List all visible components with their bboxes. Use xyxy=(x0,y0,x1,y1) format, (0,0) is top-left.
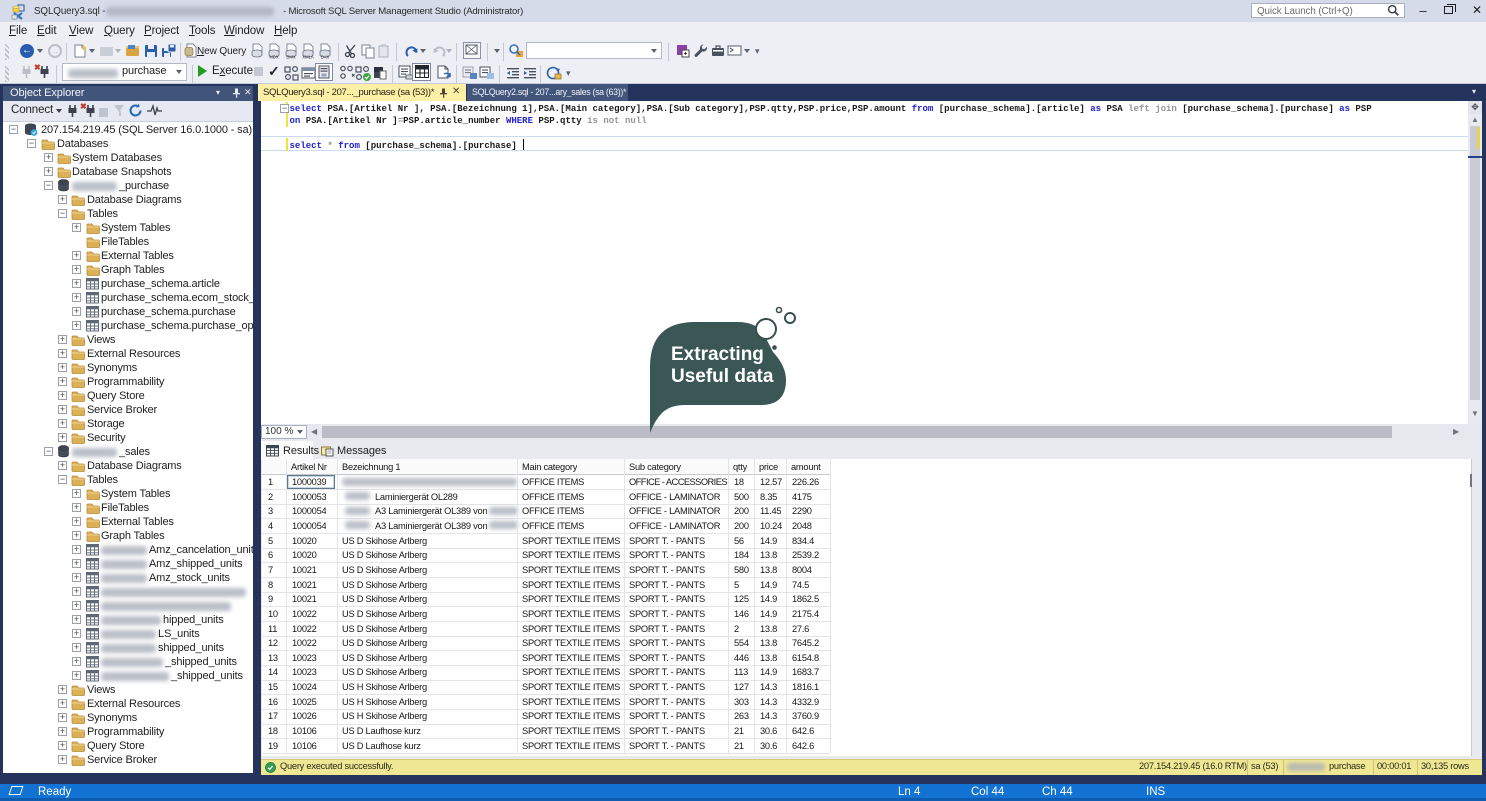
svg-text:Useful data: Useful data xyxy=(671,366,774,387)
svg-text:MDX: MDX xyxy=(269,55,279,60)
svg-text:DAX: DAX xyxy=(321,55,330,60)
svg-text:XMLA: XMLA xyxy=(302,55,314,60)
svg-text:DMX: DMX xyxy=(286,55,296,60)
svg-text:Extracting: Extracting xyxy=(671,344,764,365)
